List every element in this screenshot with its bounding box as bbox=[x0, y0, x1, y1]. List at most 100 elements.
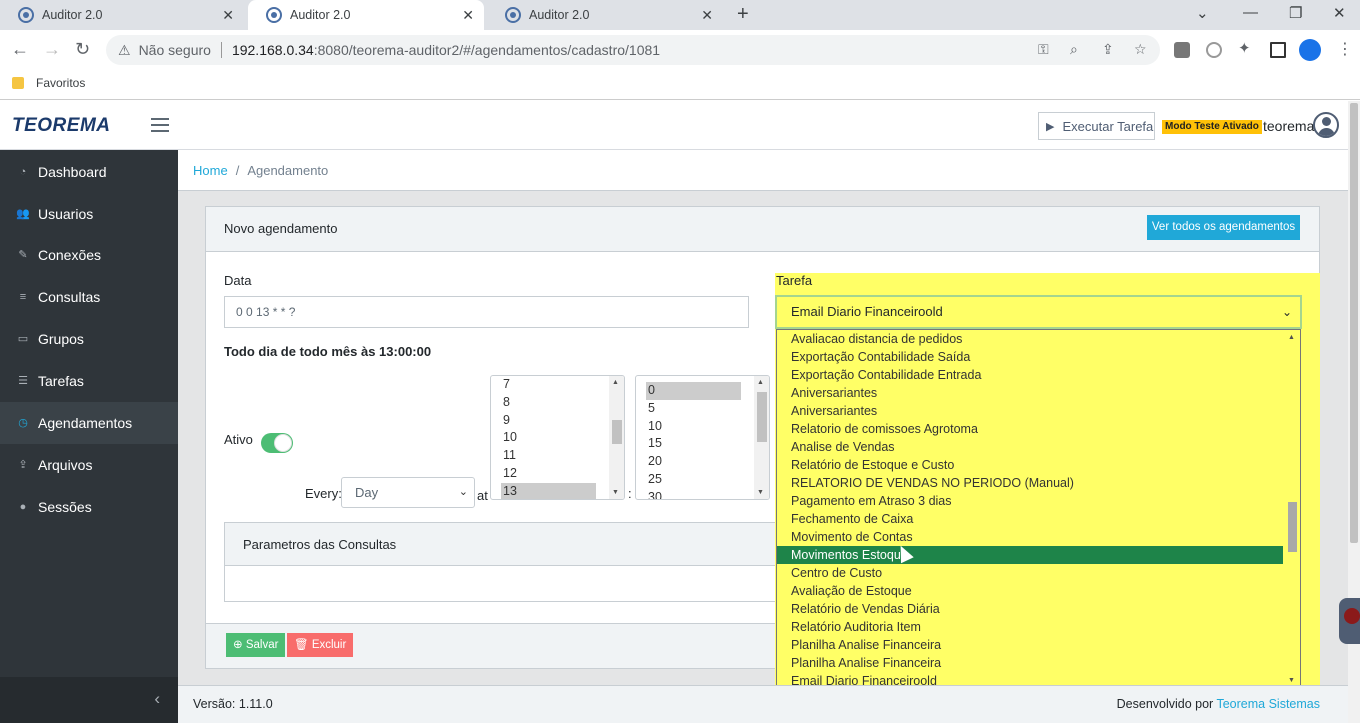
browser-tab-2[interactable]: Auditor 2.0 ✕ bbox=[248, 0, 484, 30]
company-link[interactable]: Teorema Sistemas bbox=[1216, 697, 1320, 711]
scroll-up-icon[interactable]: ▲ bbox=[612, 379, 619, 386]
hour-option[interactable]: 11 bbox=[491, 447, 624, 465]
task-option[interactable]: Relatorio de comissoes Agrotoma bbox=[777, 420, 1300, 438]
address-bar[interactable]: ⚠ Não seguro 192.168.0.34 :8080/teorema-… bbox=[106, 35, 1160, 65]
teorema-logo[interactable]: TEOREMA bbox=[12, 115, 111, 137]
task-option[interactable]: Planilha Analise Financeira bbox=[777, 636, 1300, 654]
browser-tab-1[interactable]: Auditor 2.0 ✕ bbox=[0, 0, 244, 30]
tab-search-chevron-icon[interactable]: ⌄ bbox=[1196, 4, 1209, 22]
hour-option[interactable]: 8 bbox=[491, 394, 624, 412]
task-dropdown-list[interactable]: Avaliacao distancia de pedidos Exportaçã… bbox=[776, 329, 1301, 689]
extensions-puzzle-icon[interactable]: ✦ bbox=[1238, 39, 1251, 57]
scroll-up-icon[interactable]: ▲ bbox=[1288, 334, 1295, 341]
new-tab-icon[interactable]: + bbox=[737, 3, 749, 26]
sidebar-item-sessions[interactable]: ● Sessões bbox=[0, 486, 178, 528]
see-all-schedules-button[interactable]: Ver todos os agendamentos bbox=[1147, 215, 1300, 240]
menu-kebab-icon[interactable]: ⋮ bbox=[1337, 39, 1353, 59]
share-icon[interactable]: ⇪ bbox=[1102, 41, 1114, 58]
minute-listbox[interactable]: 0 5 10 15 20 25 30 ▲ ▼ bbox=[635, 375, 770, 500]
task-option[interactable]: Relatório Auditoria Item bbox=[777, 618, 1300, 636]
profile-avatar-icon[interactable] bbox=[1299, 39, 1321, 61]
extension-f-icon[interactable] bbox=[1174, 42, 1190, 58]
task-option[interactable]: Analise de Vendas bbox=[777, 438, 1300, 456]
task-option[interactable]: Aniversariantes bbox=[777, 402, 1300, 420]
sidebar-item-connections[interactable]: ✎ Conexões bbox=[0, 234, 178, 276]
minute-option-selected[interactable]: 0 bbox=[646, 382, 741, 400]
side-panel-icon[interactable] bbox=[1270, 42, 1286, 58]
minute-option[interactable]: 30 bbox=[636, 489, 769, 499]
sidebar-item-users[interactable]: 👥 Usuarios bbox=[0, 193, 178, 235]
scroll-thumb[interactable] bbox=[612, 420, 622, 444]
task-option[interactable]: Avaliação de Estoque bbox=[777, 582, 1300, 600]
hour-option[interactable]: 7 bbox=[491, 376, 624, 394]
minute-option[interactable]: 25 bbox=[636, 471, 769, 489]
minute-option[interactable]: 5 bbox=[636, 400, 769, 418]
execute-task-button[interactable]: ▶ Executar Tarefa bbox=[1038, 112, 1155, 140]
scroll-down-icon[interactable]: ▼ bbox=[612, 489, 619, 496]
extension-recycle-icon[interactable] bbox=[1206, 42, 1222, 58]
sidebar-item-schedules[interactable]: ◷ Agendamentos bbox=[0, 402, 178, 444]
dropdown-scrollbar[interactable]: ▲ ▼ bbox=[1284, 330, 1300, 688]
chevron-left-icon: ‹ bbox=[154, 689, 160, 708]
restore-icon[interactable]: ❐ bbox=[1289, 4, 1302, 22]
task-option[interactable]: Centro de Custo bbox=[777, 564, 1300, 582]
task-select[interactable]: Email Diario Financeiroold ⌄ bbox=[775, 295, 1302, 329]
scroll-up-icon[interactable]: ▲ bbox=[757, 379, 764, 386]
hour-option-selected[interactable]: 13 bbox=[501, 482, 596, 499]
active-toggle[interactable] bbox=[261, 433, 293, 453]
task-option-highlighted[interactable]: Movimentos Estoque bbox=[777, 546, 1283, 564]
hour-scrollbar[interactable]: ▲ ▼ bbox=[609, 376, 624, 499]
delete-button[interactable]: 🗑 Excluir bbox=[287, 633, 354, 657]
forward-icon[interactable]: → bbox=[43, 39, 61, 60]
chat-widget-icon[interactable] bbox=[1339, 598, 1360, 644]
sidebar-item-groups[interactable]: ▭ Grupos bbox=[0, 318, 178, 360]
close-tab-icon[interactable]: ✕ bbox=[462, 7, 474, 24]
task-option[interactable]: Exportação Contabilidade Saída bbox=[777, 348, 1300, 366]
scroll-thumb[interactable] bbox=[757, 392, 767, 442]
key-icon[interactable]: ⚿ bbox=[1038, 41, 1049, 58]
user-avatar-icon[interactable] bbox=[1313, 112, 1339, 138]
reload-icon[interactable]: ↻ bbox=[75, 39, 90, 60]
sidebar-minimizer[interactable]: ‹ bbox=[0, 677, 178, 723]
task-option[interactable]: Fechamento de Caixa bbox=[777, 510, 1300, 528]
minute-option[interactable]: 15 bbox=[636, 435, 769, 453]
browser-tab-3[interactable]: Auditor 2.0 ✕ bbox=[487, 0, 723, 30]
every-select[interactable]: Day ⌄ bbox=[341, 477, 475, 508]
task-option[interactable]: Planilha Analise Financeira bbox=[777, 654, 1300, 672]
hamburger-menu-icon[interactable] bbox=[151, 118, 169, 136]
zoom-icon[interactable]: ⌕ bbox=[1070, 41, 1078, 58]
hour-option[interactable]: 9 bbox=[491, 412, 624, 430]
breadcrumb-home[interactable]: Home bbox=[193, 163, 228, 178]
task-option[interactable]: Exportação Contabilidade Entrada bbox=[777, 366, 1300, 384]
minute-option[interactable]: 10 bbox=[636, 418, 769, 436]
back-icon[interactable]: ← bbox=[11, 39, 29, 60]
close-tab-icon[interactable]: ✕ bbox=[701, 7, 713, 24]
task-option[interactable]: Movimento de Contas bbox=[777, 528, 1300, 546]
star-icon[interactable]: ☆ bbox=[1134, 41, 1147, 58]
scroll-down-icon[interactable]: ▼ bbox=[1288, 677, 1295, 684]
page-scroll-thumb[interactable] bbox=[1350, 103, 1358, 543]
scroll-down-icon[interactable]: ▼ bbox=[757, 489, 764, 496]
task-option[interactable]: Relatório de Vendas Diária bbox=[777, 600, 1300, 618]
task-option[interactable]: Pagamento em Atraso 3 dias bbox=[777, 492, 1300, 510]
sidebar-item-dashboard[interactable]: ◔ Dashboard bbox=[0, 151, 178, 193]
save-button[interactable]: ⊕ Salvar bbox=[226, 633, 286, 657]
close-tab-icon[interactable]: ✕ bbox=[222, 7, 234, 24]
minute-option[interactable]: 20 bbox=[636, 453, 769, 471]
scroll-thumb[interactable] bbox=[1288, 502, 1297, 552]
task-option[interactable]: Avaliacao distancia de pedidos bbox=[777, 330, 1300, 348]
sidebar-item-files[interactable]: ⇪ Arquivos bbox=[0, 444, 178, 486]
minimize-icon[interactable]: — bbox=[1243, 4, 1258, 21]
hour-option[interactable]: 10 bbox=[491, 429, 624, 447]
task-option[interactable]: Relatório de Estoque e Custo bbox=[777, 456, 1300, 474]
cron-expression-input[interactable]: 0 0 13 * * ? bbox=[224, 296, 749, 328]
task-option[interactable]: Aniversariantes bbox=[777, 384, 1300, 402]
bookmark-favorites[interactable]: Favoritos bbox=[36, 76, 85, 90]
close-window-icon[interactable]: ✕ bbox=[1333, 4, 1346, 22]
task-option[interactable]: RELATORIO DE VENDAS NO PERIODO (Manual) bbox=[777, 474, 1300, 492]
minute-scrollbar[interactable]: ▲ ▼ bbox=[754, 376, 769, 499]
hour-listbox[interactable]: 7 8 9 10 11 12 13 14 ▲ ▼ bbox=[490, 375, 625, 500]
sidebar-item-tasks[interactable]: ☰ Tarefas bbox=[0, 360, 178, 402]
hour-option[interactable]: 12 bbox=[491, 465, 624, 483]
sidebar-item-queries[interactable]: ≡ Consultas bbox=[0, 276, 178, 318]
